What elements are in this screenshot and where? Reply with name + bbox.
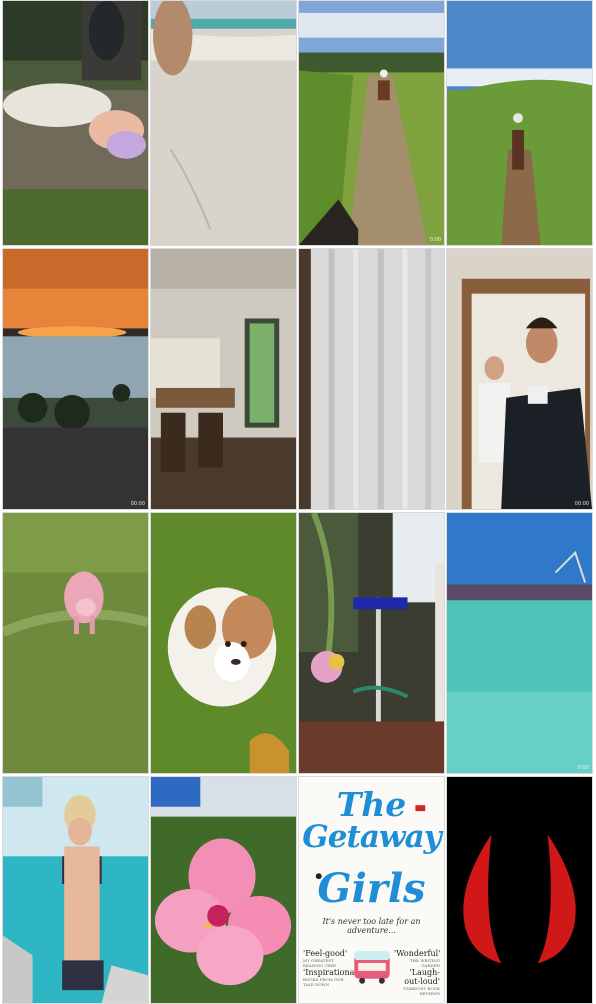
media-tile-book-cover[interactable]: The Getaway Girls It's never too late fo…	[298, 776, 445, 1004]
horse-rider-image	[447, 1, 592, 245]
pink-pig-image	[3, 513, 148, 773]
sheer-curtains-image	[299, 249, 444, 509]
media-tile-pink-pig-grass[interactable]	[2, 512, 149, 774]
book-title-line2: Getaway	[302, 819, 441, 855]
media-tile-horse-trail-riders[interactable]: 0:00	[298, 0, 445, 246]
puppy-image	[151, 513, 296, 773]
hibiscus-image	[151, 777, 296, 1003]
media-tile-interior-room[interactable]	[150, 248, 297, 510]
interior-room-image	[151, 249, 296, 509]
woman-fountain-image	[3, 1, 148, 245]
media-tile-ocean-sunset[interactable]: 00:00	[2, 248, 149, 510]
media-tile-turquoise-lagoon[interactable]: 0:00	[446, 512, 593, 774]
duration-label: 00:00	[574, 501, 589, 507]
duration-label: 00:00	[130, 501, 145, 507]
media-tile-puppy-grass[interactable]	[150, 512, 297, 774]
duration-label: 0:00	[429, 237, 441, 243]
media-tile-horse-rider-hills[interactable]	[446, 0, 593, 246]
beach-sand-image	[151, 1, 296, 245]
horse-trail-image	[299, 1, 444, 245]
duration-label: 0:00	[577, 765, 589, 771]
media-tile-woman-fountain[interactable]	[2, 0, 149, 246]
media-tile-woman-bikini-pool[interactable]	[2, 776, 149, 1004]
men-doorway-image	[447, 249, 592, 509]
media-tile-men-doorway[interactable]: 00:00	[446, 248, 593, 510]
media-tile-red-horns[interactable]	[446, 776, 593, 1004]
book-tagline: It's never too late for an adventure...	[322, 917, 421, 935]
book-title-line3: Girls	[317, 865, 426, 912]
media-tile-beach-sand[interactable]	[150, 0, 297, 246]
media-grid: 0:00 00:00 00:00 0:00 The Getaway Girls …	[0, 0, 596, 1004]
book-quote-left: 'Feel-good' MY GREATEST READING TREE 'In…	[303, 949, 363, 987]
patio-image	[299, 513, 444, 773]
ocean-sunset-image	[3, 249, 148, 509]
book-quote-right: 'Wonderful' THE WRITING GARDEN 'Laugh-ou…	[394, 949, 441, 996]
woman-pool-image	[3, 777, 148, 1003]
media-tile-pink-hibiscus[interactable]	[150, 776, 297, 1004]
media-tile-sheer-curtains[interactable]	[298, 248, 445, 510]
lagoon-image	[447, 513, 592, 773]
media-tile-patio-pole[interactable]	[298, 512, 445, 774]
red-horns-image	[447, 777, 592, 1003]
